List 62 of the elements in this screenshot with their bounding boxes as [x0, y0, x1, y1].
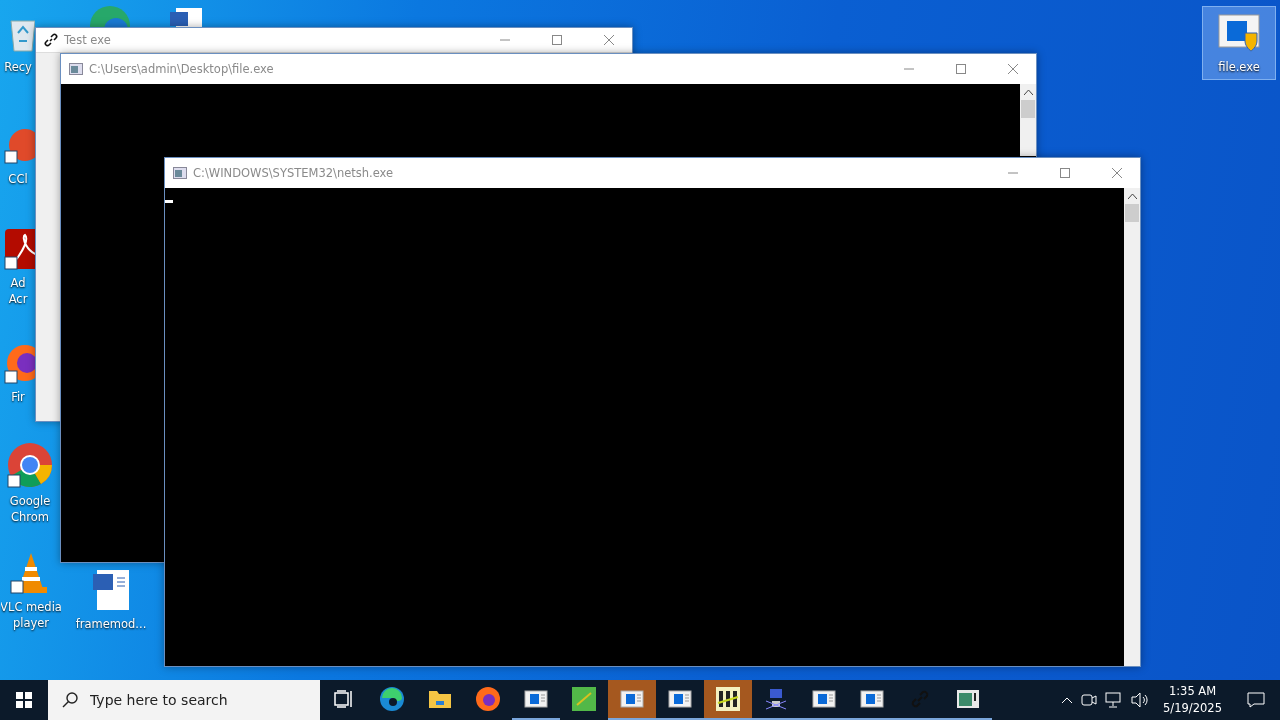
- folder-icon: [428, 689, 452, 709]
- minimize-icon: [904, 68, 914, 70]
- edge-icon: [379, 686, 405, 712]
- window-title: C:\WINDOWS\SYSTEM32\netsh.exe: [193, 166, 395, 180]
- clock-date: 5/19/2025: [1163, 700, 1222, 717]
- program-window-icon: [812, 689, 836, 709]
- icon-label: VLC media player: [1, 599, 61, 631]
- chrome-icon: [6, 441, 54, 489]
- task-view-icon: [334, 690, 354, 708]
- scrollbar-thumb[interactable]: [1021, 100, 1035, 118]
- close-icon: [1112, 168, 1122, 178]
- console-icon: [173, 167, 187, 179]
- desktop-icon[interactable]: file.exe: [1202, 6, 1276, 80]
- icon-label: Recy: [4, 59, 32, 75]
- computer-network-icon: [764, 687, 788, 711]
- close-icon: [604, 35, 614, 45]
- icon-label: CCl: [8, 171, 28, 187]
- program-window-icon: [620, 689, 644, 709]
- maximize-icon: [956, 64, 966, 74]
- icon-label: Ad Acr: [8, 275, 28, 307]
- window-title: C:\Users\admin\Desktop\file.exe: [89, 62, 275, 76]
- window-title: Test exe: [64, 33, 112, 47]
- clock[interactable]: 1:35 AM 5/19/2025: [1157, 683, 1228, 717]
- desktop-icon[interactable]: VLC media player: [0, 546, 62, 636]
- program-window-icon: [668, 689, 692, 709]
- icon-label: Google Chrom: [9, 493, 51, 525]
- search-icon: [62, 692, 78, 708]
- network-icon: [1105, 692, 1124, 708]
- search-box[interactable]: Type here to search: [48, 680, 320, 720]
- firefox-icon: [475, 686, 501, 712]
- desktop-icon[interactable]: framemod...: [73, 563, 149, 637]
- link-icon: [44, 33, 58, 47]
- close-icon: [1008, 64, 1018, 74]
- scroll-up-icon: [1023, 89, 1033, 95]
- desktop-icon[interactable]: Google Chrom: [0, 436, 60, 530]
- scrollbar[interactable]: [1124, 188, 1140, 666]
- icon-label: file.exe: [1218, 59, 1260, 75]
- camera-icon: [1081, 693, 1098, 707]
- figures-icon: [716, 687, 740, 711]
- minimize-icon: [500, 39, 510, 41]
- scrollbar[interactable]: [1020, 84, 1036, 156]
- desktop-icon[interactable]: CCl: [0, 118, 36, 192]
- scrollbar-thumb[interactable]: [1125, 204, 1139, 222]
- icon-label: Fir: [11, 389, 25, 405]
- console-window-icon: [956, 689, 980, 709]
- chevron-up-icon: [1061, 696, 1074, 704]
- maximize-icon: [552, 35, 562, 45]
- program-window-icon: [524, 689, 548, 709]
- console-icon: [69, 63, 83, 75]
- windows-logo-icon: [16, 692, 32, 708]
- minimize-icon: [1008, 172, 1018, 174]
- search-field[interactable]: Type here to search: [88, 691, 312, 709]
- program-window-icon: [860, 689, 884, 709]
- clock-time: 1:35 AM: [1168, 683, 1217, 700]
- speech-bubble-icon: [1247, 692, 1265, 708]
- taskbar-button[interactable]: [704, 680, 752, 720]
- scroll-up-icon: [1127, 193, 1137, 199]
- slash-tile-icon: [572, 687, 596, 711]
- desktop-icon[interactable]: Recy: [0, 6, 36, 80]
- icon-label: framemod...: [75, 616, 147, 632]
- maximize-icon: [1060, 168, 1070, 178]
- volume-icon: [1131, 692, 1150, 708]
